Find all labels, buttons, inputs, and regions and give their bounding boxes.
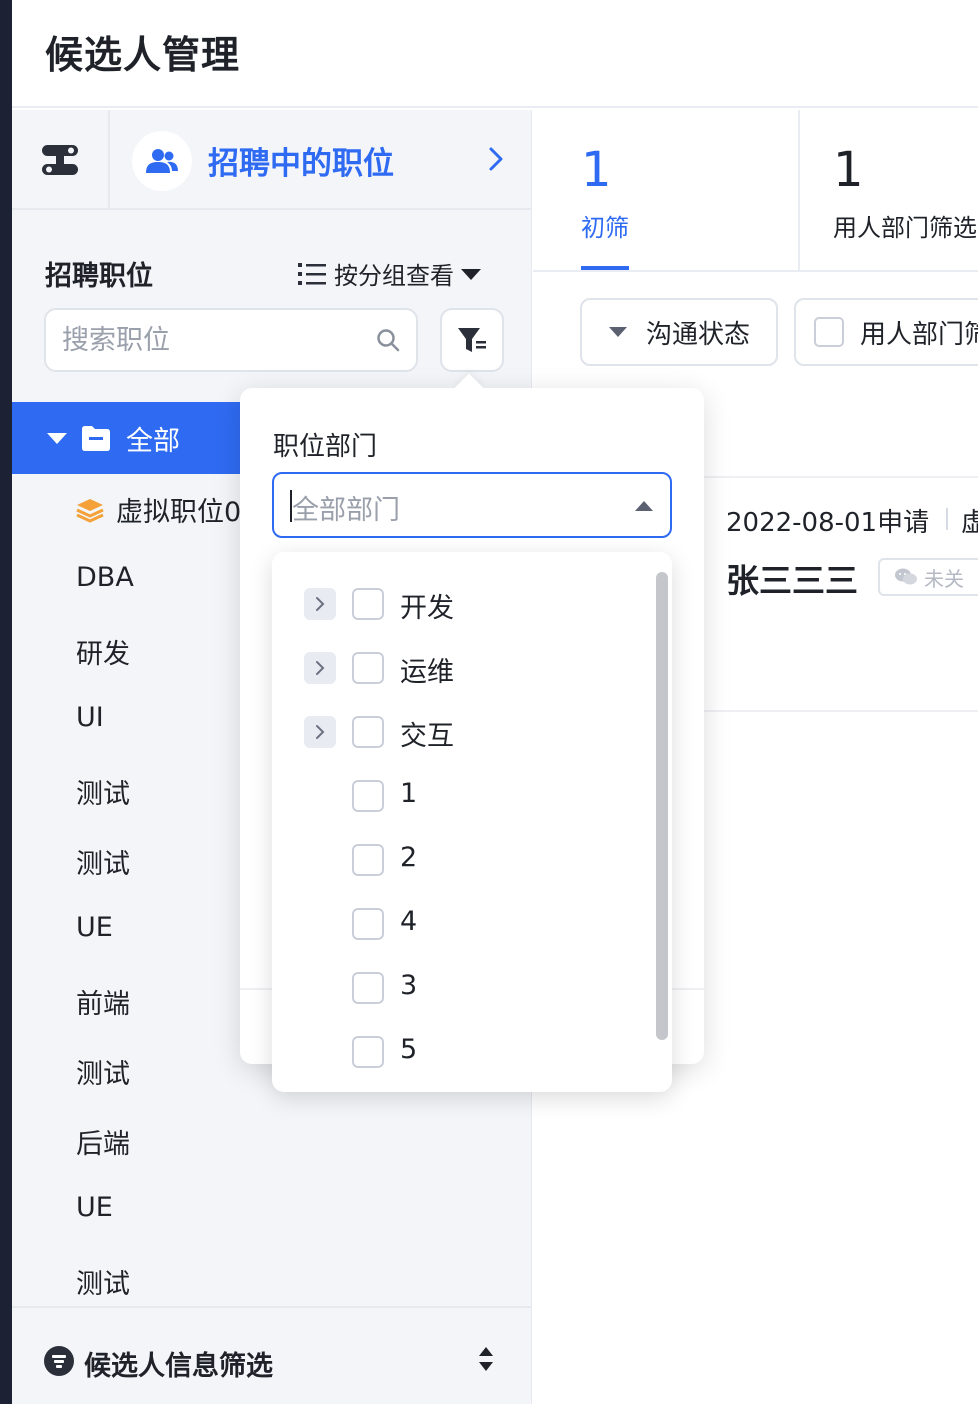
expand-button[interactable] bbox=[304, 652, 336, 684]
tree-item[interactable]: 测试 bbox=[76, 772, 130, 811]
dept-option-label: 3 bbox=[400, 970, 418, 1001]
position-filter-button[interactable] bbox=[440, 308, 504, 372]
dept-option-label: 5 bbox=[400, 1034, 418, 1065]
folder-icon bbox=[82, 426, 110, 451]
tab-initial-screening[interactable]: 1 初筛 bbox=[567, 110, 797, 272]
dept-checkbox[interactable] bbox=[352, 780, 384, 812]
tree-item[interactable]: DBA bbox=[76, 562, 134, 593]
active-tab-indicator bbox=[581, 266, 629, 270]
dept-checkbox[interactable] bbox=[352, 908, 384, 940]
tree-node-virtual[interactable]: 虚拟职位0 bbox=[76, 490, 241, 529]
communication-status-label: 沟通状态 bbox=[646, 319, 751, 350]
stage-label: 初筛 bbox=[581, 214, 629, 242]
chevron-right-icon bbox=[316, 725, 325, 739]
stage-count: 1 bbox=[581, 142, 612, 198]
dept-option[interactable]: 1 bbox=[272, 772, 652, 820]
dept-screening-filter[interactable]: 用人部门筛选 bbox=[794, 298, 978, 366]
dept-checkbox[interactable] bbox=[352, 972, 384, 1004]
stage-divider bbox=[798, 110, 800, 272]
filter-circle-icon bbox=[44, 1346, 74, 1376]
tree-item[interactable]: UI bbox=[76, 702, 104, 733]
list-icon bbox=[298, 262, 326, 285]
tree-item[interactable]: 前端 bbox=[76, 982, 130, 1021]
tab-dept-screening[interactable]: 1 用人部门筛选 bbox=[819, 110, 978, 272]
dept-option-label: 交互 bbox=[400, 721, 454, 752]
expand-button[interactable] bbox=[304, 716, 336, 748]
chevron-right-icon bbox=[316, 661, 325, 675]
group-view-toggle[interactable]: 按分组查看 bbox=[298, 256, 482, 291]
dept-option-label: 开发 bbox=[400, 593, 454, 624]
chevron-right-icon bbox=[316, 597, 325, 611]
candidate-info-filter-label: 候选人信息筛选 bbox=[84, 1351, 273, 1382]
sidebar-top-bar: 招聘中的职位 bbox=[12, 110, 532, 210]
tree-item[interactable]: 测试 bbox=[76, 842, 130, 881]
tree-item[interactable]: 后端 bbox=[76, 1122, 130, 1161]
section-title: 招聘职位 bbox=[45, 261, 153, 292]
dropdown-scrollbar[interactable] bbox=[656, 572, 668, 1040]
caret-down-icon[interactable] bbox=[46, 431, 68, 445]
dept-option-label: 2 bbox=[400, 842, 418, 873]
caret-down-icon bbox=[461, 268, 481, 280]
caret-up-icon bbox=[635, 501, 653, 511]
wechat-status-badge: 未关 bbox=[878, 558, 978, 596]
dept-filter-label: 用人部门筛选 bbox=[860, 319, 978, 350]
stage-label: 用人部门筛选 bbox=[833, 214, 977, 242]
dept-checkbox[interactable] bbox=[352, 652, 384, 684]
tree-node-virtual-label: 虚拟职位0 bbox=[116, 497, 242, 528]
expand-button[interactable] bbox=[304, 588, 336, 620]
tree-item[interactable]: 研发 bbox=[76, 632, 130, 671]
dept-option[interactable]: 3 bbox=[272, 964, 652, 1012]
group-view-label: 按分组查看 bbox=[334, 262, 454, 290]
dept-tree-dropdown: 开发 运维 交互 1 2 4 3 5 bbox=[272, 552, 672, 1092]
tree-item[interactable]: 测试 bbox=[76, 1262, 130, 1301]
people-icon bbox=[146, 149, 178, 173]
candidate-info-filter-bar[interactable]: 候选人信息筛选 bbox=[12, 1306, 532, 1404]
dept-option[interactable]: 2 bbox=[272, 836, 652, 884]
dept-checkbox[interactable] bbox=[352, 588, 384, 620]
app-edge-strip bbox=[0, 0, 12, 1404]
wechat-status-label: 未关 bbox=[924, 566, 964, 591]
switch-logo-button[interactable] bbox=[12, 110, 110, 210]
stage-count: 1 bbox=[833, 142, 864, 198]
dept-filter-checkbox[interactable] bbox=[814, 317, 844, 347]
dept-checkbox[interactable] bbox=[352, 1036, 384, 1068]
candidate-name[interactable]: 张三三三 bbox=[726, 554, 858, 602]
candidate-applied-date: 2022-08-01申请 bbox=[726, 508, 930, 538]
dept-option[interactable]: 4 bbox=[272, 900, 652, 948]
dept-option[interactable]: 交互 bbox=[272, 708, 652, 756]
position-search-input[interactable] bbox=[62, 322, 362, 358]
dept-option-label: 4 bbox=[400, 906, 418, 937]
communication-status-filter[interactable]: 沟通状态 bbox=[580, 298, 778, 366]
divider bbox=[946, 508, 948, 530]
layers-icon bbox=[76, 498, 104, 523]
page-title: 候选人管理 bbox=[45, 33, 241, 77]
tree-item[interactable]: UE bbox=[76, 912, 113, 943]
switch-icon bbox=[42, 145, 78, 175]
dept-checkbox[interactable] bbox=[352, 844, 384, 876]
sort-icon[interactable] bbox=[478, 1346, 494, 1372]
candidate-position: 虚 bbox=[961, 508, 978, 538]
recruiting-avatar bbox=[132, 131, 192, 191]
dept-select-placeholder: 全部部门 bbox=[292, 495, 400, 526]
dept-option-label: 运维 bbox=[400, 657, 454, 688]
stage-tabs: 1 初筛 1 用人部门筛选 bbox=[533, 110, 978, 272]
tree-item[interactable]: 测试 bbox=[76, 1052, 130, 1091]
page-header: 候选人管理 bbox=[12, 0, 978, 108]
dept-field-label: 职位部门 bbox=[273, 432, 378, 462]
dept-option-label: 1 bbox=[400, 778, 418, 809]
dept-checkbox[interactable] bbox=[352, 716, 384, 748]
search-icon[interactable] bbox=[376, 328, 400, 352]
dept-option[interactable]: 开发 bbox=[272, 580, 652, 628]
chevron-right-icon[interactable] bbox=[488, 146, 504, 172]
recruiting-positions-link[interactable]: 招聘中的职位 bbox=[208, 138, 394, 183]
tree-item[interactable]: UE bbox=[76, 1192, 113, 1223]
filter-icon bbox=[458, 328, 486, 352]
position-search-box bbox=[44, 308, 418, 372]
dept-select[interactable]: 全部部门 bbox=[272, 472, 672, 538]
tree-node-all-label: 全部 bbox=[126, 425, 180, 457]
wechat-icon bbox=[895, 568, 917, 585]
dept-option[interactable]: 5 bbox=[272, 1028, 652, 1076]
caret-down-icon bbox=[609, 327, 627, 337]
dept-option[interactable]: 运维 bbox=[272, 644, 652, 692]
